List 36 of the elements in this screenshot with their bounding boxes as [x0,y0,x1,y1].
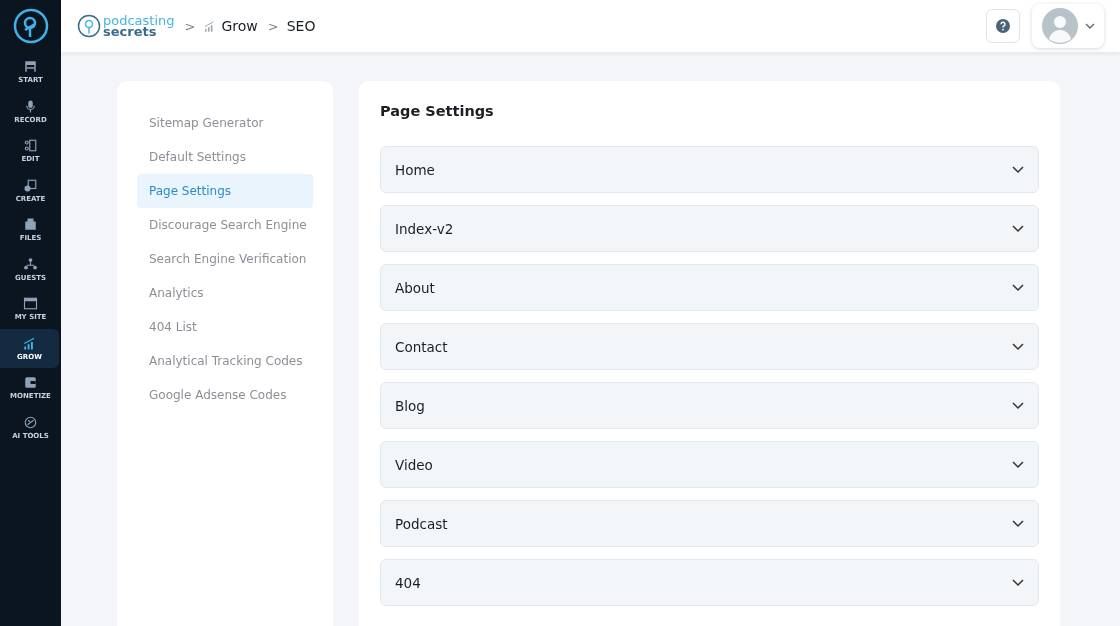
logo-text: podcasting [103,15,175,26]
accordion-item[interactable]: Contact [380,323,1039,370]
chevron-down-icon [1012,224,1024,233]
chevron-down-icon [1012,519,1024,528]
microphone-icon [23,98,38,114]
accordion-item[interactable]: Podcast [380,500,1039,547]
chevron-down-icon [1012,460,1024,469]
accordion-item[interactable]: 404 [380,559,1039,606]
logo-text: secrets [103,26,157,37]
accordion-item[interactable]: About [380,264,1039,311]
browser-window-icon [23,296,38,312]
card-title: Page Settings [380,103,495,119]
chevron-down-icon [1012,401,1024,410]
chevron-down-icon [1084,23,1095,29]
breadcrumb-item[interactable]: Grow [221,18,258,34]
chevron-down-icon [1012,165,1024,174]
accordion-item[interactable]: Blog [380,382,1039,429]
chevron-down-icon [1012,283,1024,292]
bar-chart-icon [203,19,217,33]
avatar-icon [1041,8,1078,44]
help-button[interactable] [986,9,1020,43]
breadcrumb-separator: > [267,18,279,34]
folder-icon [23,217,38,233]
wallet-icon [23,375,38,391]
chevron-down-icon [1012,342,1024,351]
desk-icon [23,59,38,75]
accordion-item[interactable]: Video [380,441,1039,488]
bar-chart-icon [22,335,37,351]
app-logo-icon[interactable] [12,8,49,44]
chevron-down-icon [1012,578,1024,587]
logo-icon [77,14,101,38]
help-icon [996,19,1010,33]
accordion-item[interactable]: Home [380,146,1039,193]
breadcrumb-item[interactable]: SEO [286,18,316,34]
accordion-item[interactable]: Index-v2 [380,205,1039,252]
breadcrumb-separator: > [184,18,196,34]
